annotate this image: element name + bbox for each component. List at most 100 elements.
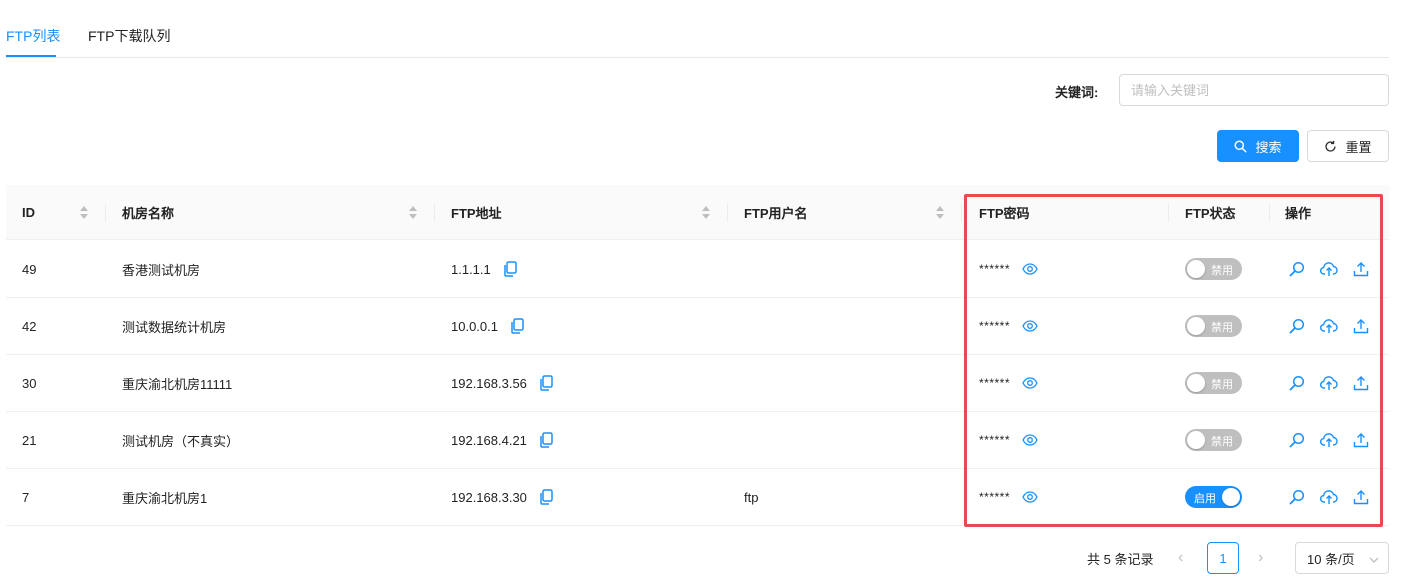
cell-actions (1289, 355, 1369, 411)
column-header-ftp-password: FTP密码 (979, 206, 1030, 221)
cloud-upload-icon[interactable] (1320, 432, 1338, 448)
status-toggle[interactable]: 禁用 (1185, 315, 1242, 337)
reset-button[interactable]: 重置 (1307, 130, 1389, 162)
pagination-total: 共 5 条记录 (1087, 552, 1154, 567)
cell-actions (1289, 298, 1369, 354)
keyword-input[interactable] (1119, 74, 1389, 106)
zoom-icon[interactable] (1289, 318, 1305, 334)
toggle-knob (1187, 374, 1205, 392)
cell-ftp-status: 禁用 (1185, 298, 1242, 354)
status-text: 禁用 (1211, 379, 1233, 391)
cell-ftp-address: 1.1.1.1 (451, 241, 517, 297)
tab-ftp-download-queue[interactable]: FTP下载队列 (88, 26, 170, 46)
toggle-knob (1187, 260, 1205, 278)
page-size-select[interactable]: 10 条/页 (1295, 542, 1389, 574)
status-text: 禁用 (1211, 265, 1233, 277)
upload-icon[interactable] (1353, 432, 1369, 448)
column-header-room-name[interactable]: 机房名称 (122, 185, 174, 240)
copy-icon[interactable] (503, 261, 517, 277)
column-header-ftp-status: FTP状态 (1185, 206, 1236, 221)
zoom-icon[interactable] (1289, 261, 1305, 277)
zoom-icon[interactable] (1289, 375, 1305, 391)
table-row: 21 测试机房（不真实） 192.168.4.21 ****** 禁用 (6, 412, 1389, 469)
cloud-upload-icon[interactable] (1320, 375, 1338, 391)
cell-ftp-password: ****** (979, 412, 1038, 468)
upload-icon[interactable] (1353, 261, 1369, 277)
cell-room-name: 重庆渝北机房11111 (122, 376, 233, 392)
table-row: 42 测试数据统计机房 10.0.0.1 ****** 禁用 (6, 298, 1389, 355)
tab-bar: FTP列表 FTP下载队列 (6, 0, 1389, 58)
column-header-actions: 操作 (1285, 206, 1312, 221)
ftp-address-text: 1.1.1.1 (451, 261, 491, 277)
ftp-address-text: 192.168.3.56 (451, 375, 527, 391)
cell-ftp-username: ftp (744, 489, 759, 505)
column-divider (961, 204, 962, 222)
sort-icon[interactable] (80, 206, 88, 220)
cell-room-name: 重庆渝北机房1 (122, 490, 208, 506)
ftp-address-text: 192.168.3.30 (451, 489, 527, 505)
column-divider (1269, 204, 1270, 222)
cell-ftp-address: 192.168.3.56 (451, 355, 553, 411)
pagination-next-button[interactable]: › (1258, 549, 1263, 567)
zoom-icon[interactable] (1289, 432, 1305, 448)
column-divider (105, 204, 106, 222)
cloud-upload-icon[interactable] (1320, 489, 1338, 505)
reset-button-label: 重置 (1345, 139, 1372, 155)
cell-id: 30 (22, 375, 37, 391)
cell-ftp-status: 禁用 (1185, 412, 1242, 468)
chevron-down-icon (1369, 553, 1379, 568)
cell-actions (1289, 469, 1369, 525)
cell-ftp-status: 禁用 (1185, 355, 1242, 411)
cell-id: 21 (22, 432, 37, 448)
cell-id: 49 (22, 261, 37, 277)
cloud-upload-icon[interactable] (1320, 318, 1338, 334)
status-toggle[interactable]: 禁用 (1185, 372, 1242, 394)
table-header: ID 机房名称 FTP地址 FTP用户名 FTP密码 FTP状态 操作 (6, 185, 1389, 240)
password-mask: ****** (979, 433, 1011, 447)
copy-icon[interactable] (539, 375, 553, 391)
tab-ftp-list[interactable]: FTP列表 (6, 26, 60, 46)
table-row: 7 重庆渝北机房1 192.168.3.30 ftp ****** 启用 (6, 469, 1389, 526)
cell-ftp-password: ****** (979, 355, 1038, 411)
eye-icon[interactable] (1022, 320, 1038, 332)
status-toggle[interactable]: 启用 (1185, 486, 1242, 508)
pagination-prev-button[interactable]: ‹ (1178, 549, 1183, 567)
copy-icon[interactable] (539, 432, 553, 448)
column-header-id[interactable]: ID (22, 185, 35, 240)
column-divider (727, 204, 728, 222)
zoom-icon[interactable] (1289, 489, 1305, 505)
status-toggle[interactable]: 禁用 (1185, 429, 1242, 451)
password-mask: ****** (979, 262, 1011, 276)
sort-icon[interactable] (702, 206, 710, 220)
cell-actions (1289, 412, 1369, 468)
status-toggle[interactable]: 禁用 (1185, 258, 1242, 280)
pagination-page-1[interactable]: 1 (1207, 542, 1239, 574)
upload-icon[interactable] (1353, 375, 1369, 391)
column-divider (434, 204, 435, 222)
eye-icon[interactable] (1022, 491, 1038, 503)
sort-icon[interactable] (409, 206, 417, 220)
password-mask: ****** (979, 319, 1011, 333)
cloud-upload-icon[interactable] (1320, 261, 1338, 277)
upload-icon[interactable] (1353, 318, 1369, 334)
eye-icon[interactable] (1022, 263, 1038, 275)
cell-id: 7 (22, 489, 30, 505)
copy-icon[interactable] (510, 318, 524, 334)
page-size-label: 10 条/页 (1307, 551, 1355, 567)
status-text: 禁用 (1211, 322, 1233, 334)
cell-ftp-password: ****** (979, 241, 1038, 297)
column-header-ftp-address[interactable]: FTP地址 (451, 185, 502, 240)
upload-icon[interactable] (1353, 489, 1369, 505)
cell-actions (1289, 241, 1369, 297)
search-button[interactable]: 搜索 (1217, 130, 1299, 162)
column-header-ftp-username[interactable]: FTP用户名 (744, 185, 808, 240)
eye-icon[interactable] (1022, 434, 1038, 446)
table-row: 49 香港测试机房 1.1.1.1 ****** 禁用 (6, 241, 1389, 298)
eye-icon[interactable] (1022, 377, 1038, 389)
sort-icon[interactable] (936, 206, 944, 220)
search-button-label: 搜索 (1255, 139, 1282, 155)
cell-id: 42 (22, 318, 37, 334)
copy-icon[interactable] (539, 489, 553, 505)
password-mask: ****** (979, 376, 1011, 390)
column-divider (1168, 204, 1169, 222)
